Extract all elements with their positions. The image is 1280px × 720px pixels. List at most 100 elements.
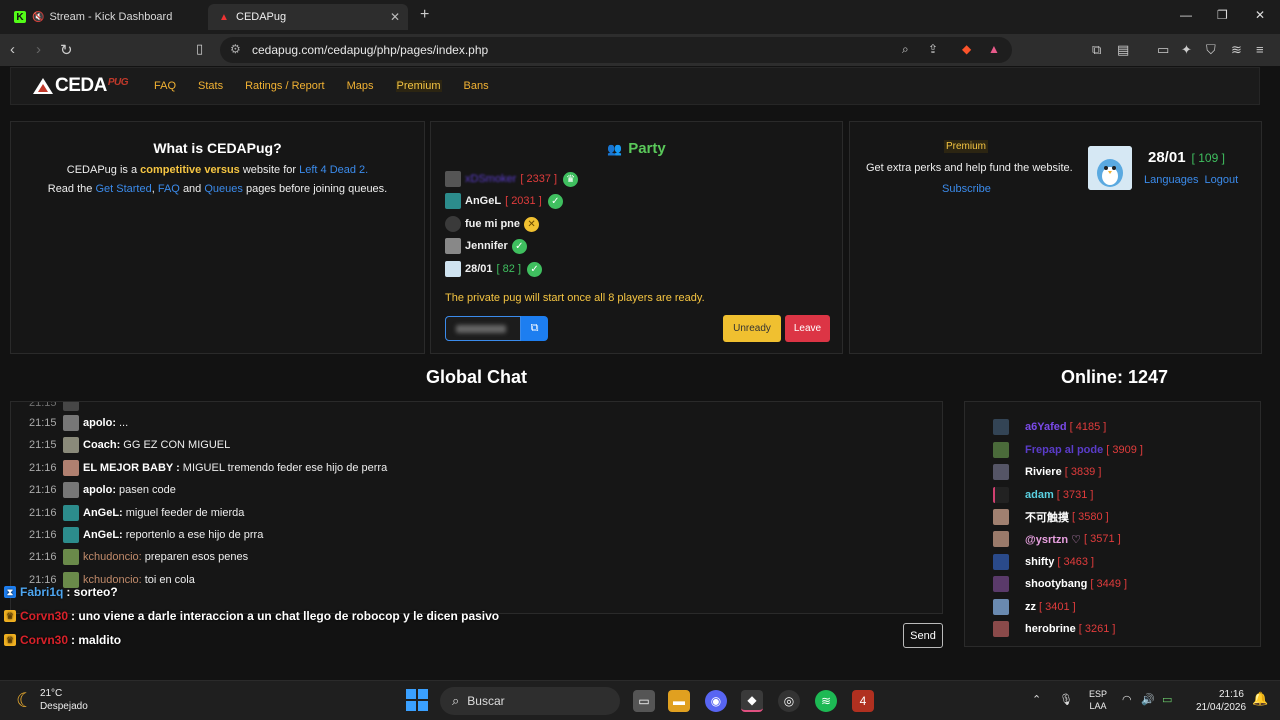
brave-shields-icon[interactable]: ◆ — [962, 42, 971, 56]
online-user[interactable]: Frepap al pode [ 3909 ] — [993, 442, 1143, 458]
address-bar[interactable]: ⚙ cedapug.com/cedapug/php/pages/index.ph… — [220, 37, 1012, 63]
minimize-icon[interactable]: — — [1180, 8, 1192, 22]
leo-ai-icon[interactable]: ✦ — [1181, 42, 1192, 58]
share-icon[interactable]: ⇪ — [928, 42, 938, 56]
system-clock[interactable]: 21:16 21/04/2026 — [1196, 688, 1246, 714]
avatar — [63, 437, 79, 453]
send-button[interactable]: Send — [903, 623, 943, 648]
forward-icon[interactable]: › — [36, 41, 41, 58]
party-member[interactable]: 28/01 [ 82 ] ✓ — [445, 261, 543, 277]
maximize-icon[interactable]: ❐ — [1217, 8, 1228, 22]
vpn-icon[interactable]: ⛉ — [1206, 42, 1216, 58]
task-view-icon[interactable]: ▭ — [633, 690, 655, 712]
avatar — [993, 487, 1009, 503]
party-code-input[interactable] — [445, 316, 521, 341]
taskbar-search[interactable]: ⌕ Buscar — [440, 687, 620, 715]
reload-icon[interactable]: ↻ — [60, 41, 73, 59]
microphone-icon[interactable]: 🎙 — [1059, 693, 1073, 706]
discord-icon[interactable]: ◉ — [705, 690, 727, 712]
nav-link-ratings[interactable]: Ratings / Report — [245, 80, 324, 92]
bookmark-icon[interactable]: ▯ — [196, 41, 203, 57]
online-user[interactable]: a6Yafed [ 4185 ] — [993, 419, 1106, 435]
nav-link-bans[interactable]: Bans — [464, 80, 489, 92]
online-user[interactable]: zz [ 3401 ] — [993, 599, 1076, 615]
avatar — [445, 261, 461, 277]
window-close-icon[interactable]: ✕ — [1255, 8, 1265, 22]
avatar — [63, 527, 79, 543]
nav-link-premium[interactable]: Premium — [395, 80, 442, 92]
about-line-2: Read the Get Started, FAQ and Queues pag… — [47, 183, 388, 195]
chat-message: 21:15 apolo: ... — [29, 415, 129, 431]
weather-widget[interactable]: ☾ 21°C Despejado — [16, 687, 88, 713]
nav-link-maps[interactable]: Maps — [347, 80, 374, 92]
get-started-link[interactable]: Get Started — [95, 183, 151, 195]
party-member[interactable]: fue mi pne ✕ — [445, 216, 540, 232]
wifi-icon[interactable]: ◠ — [1122, 693, 1132, 706]
avatar — [993, 576, 1009, 592]
tab-kick-dashboard[interactable]: K 🔇 Stream - Kick Dashboard — [8, 4, 204, 30]
premium-text: Get extra perks and help fund the websit… — [866, 162, 1073, 174]
notification-bell-icon[interactable]: 🔔 — [1252, 691, 1268, 707]
avatar — [63, 549, 79, 565]
party-status-message: The private pug will start once all 8 pl… — [445, 292, 705, 304]
weather-condition: Despejado — [39, 701, 88, 712]
chat-message: 21:16 AnGeL: miguel feeder de mierda — [29, 505, 245, 521]
avatar — [993, 621, 1009, 637]
party-member[interactable]: AnGeL [ 2031 ] ✓ — [445, 193, 563, 209]
brave-rewards-icon[interactable]: ▲ — [988, 42, 1000, 56]
languages-link[interactable]: Languages — [1144, 174, 1198, 186]
chat-message: 21:15 — [29, 402, 89, 411]
nav-link-stats[interactable]: Stats — [198, 80, 223, 92]
close-tab-icon[interactable]: ✕ — [390, 10, 400, 24]
wallet-icon[interactable]: ▭ — [1157, 42, 1169, 58]
faq-link[interactable]: FAQ — [158, 183, 180, 195]
online-user[interactable]: shifty [ 3463 ] — [993, 554, 1094, 570]
party-member[interactable]: xDSmoker [ 2337 ] ♛ — [445, 171, 579, 187]
nav-link-faq[interactable]: FAQ — [154, 80, 176, 92]
zoom-icon[interactable]: ⌕ — [902, 42, 909, 57]
subscribe-link[interactable]: Subscribe — [942, 183, 991, 195]
party-member[interactable]: Jennifer ✓ — [445, 238, 527, 254]
online-user[interactable]: 不可触摸 [ 3580 ] — [993, 509, 1109, 525]
penguin-avatar-icon — [1088, 146, 1132, 190]
unready-button[interactable]: Unready — [723, 315, 781, 342]
file-explorer-icon[interactable]: ▬ — [668, 690, 690, 712]
language-indicator[interactable]: ESP LAA — [1089, 688, 1107, 712]
site-info-icon[interactable]: ⚙ — [230, 42, 241, 56]
start-button[interactable] — [406, 689, 428, 711]
avatar — [63, 415, 79, 431]
online-user[interactable]: @ysrtzn ♡ [ 3571 ] — [993, 531, 1121, 547]
sidebar-icon[interactable]: ≋ — [1231, 42, 1242, 58]
left4dead2-icon[interactable]: 4 — [852, 690, 874, 712]
obs-icon[interactable]: ◎ — [778, 690, 800, 712]
online-users-list[interactable]: a6Yafed [ 4185 ] Frepap al pode [ 3909 ]… — [964, 401, 1261, 647]
speaker-muted-icon[interactable]: 🔇 — [32, 12, 44, 23]
online-user[interactable]: Riviere [ 3839 ] — [993, 464, 1101, 480]
brave-browser-icon[interactable]: ◆ — [741, 690, 763, 712]
leave-button[interactable]: Leave — [785, 315, 830, 342]
avatar — [445, 171, 461, 187]
menu-icon[interactable]: ≡ — [1256, 42, 1264, 57]
logout-link[interactable]: Logout — [1205, 174, 1239, 186]
profile-avatar[interactable] — [1088, 146, 1132, 190]
tray-overflow-icon[interactable]: ⌃ — [1032, 693, 1041, 706]
extensions-icon[interactable]: ⧉ — [1092, 42, 1101, 58]
spotify-icon[interactable]: ≋ — [815, 690, 837, 712]
reader-icon[interactable]: ▤ — [1117, 42, 1129, 58]
avatar — [993, 419, 1009, 435]
cedapug-logo[interactable]: CEDA PUG — [33, 75, 129, 97]
queues-link[interactable]: Queues — [204, 183, 243, 195]
l4d2-link[interactable]: Left 4 Dead 2. — [299, 164, 368, 176]
volume-icon[interactable]: 🔊 — [1141, 693, 1155, 706]
battery-icon[interactable]: ▭ — [1162, 693, 1172, 706]
back-icon[interactable]: ‹ — [10, 41, 15, 58]
new-tab-icon[interactable]: + — [420, 6, 429, 24]
copy-icon: ⧉ — [530, 322, 539, 334]
tab-cedapug[interactable]: ▲ CEDAPug ✕ — [208, 4, 408, 30]
online-user[interactable]: herobrine [ 3261 ] — [993, 621, 1115, 637]
copy-code-button[interactable]: ⧉ — [521, 316, 548, 341]
online-user[interactable]: shootybang [ 3449 ] — [993, 576, 1127, 592]
global-chat-title: Global Chat — [426, 367, 528, 387]
online-user[interactable]: adam [ 3731 ] — [993, 487, 1093, 503]
global-chat-box[interactable]: 21:15 21:15 apolo: ... 21:15 Coach: GG E… — [10, 401, 943, 614]
